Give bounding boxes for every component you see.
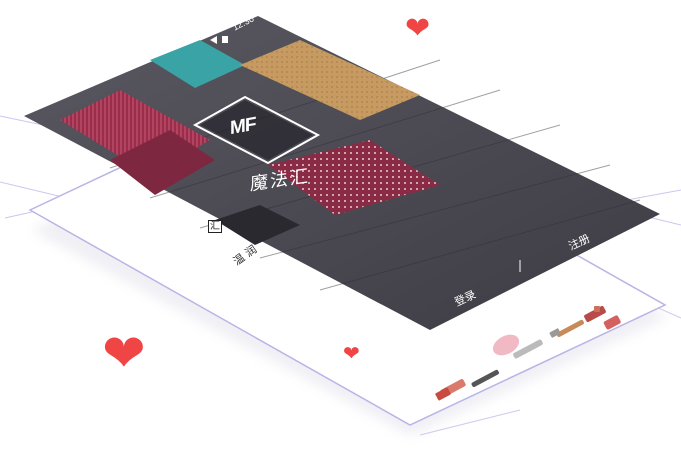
heart-icon-small: ❤ <box>343 341 360 365</box>
battery-icon <box>222 36 228 43</box>
back-badge: 汇 <box>208 220 222 233</box>
splash-screen <box>24 16 660 330</box>
heart-icon-top: ❤ <box>405 11 431 46</box>
logo-text: MF <box>230 113 256 140</box>
mockup-stage: 12:30 MF 魔法汇 注册 登录 汇 温 润 ❤ ❤ ❤ <box>0 0 681 457</box>
heart-icon-large: ❤ <box>102 324 146 384</box>
